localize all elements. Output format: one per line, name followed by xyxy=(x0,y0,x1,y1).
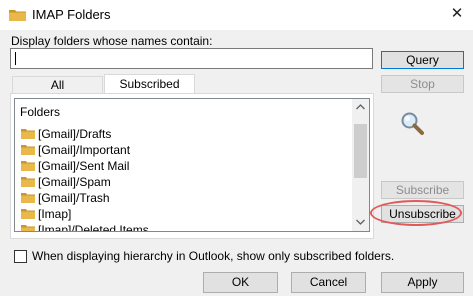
cancel-button[interactable]: Cancel xyxy=(291,272,366,293)
list-item-label: [Gmail]/Trash xyxy=(38,191,110,205)
list-item[interactable]: [Imap] xyxy=(21,206,71,222)
unsubscribe-button[interactable]: Unsubscribe xyxy=(381,205,464,223)
chevron-down-icon[interactable] xyxy=(352,214,369,231)
tab-subscribed[interactable]: Subscribed xyxy=(104,74,195,93)
vertical-scrollbar[interactable] xyxy=(352,99,369,231)
folder-icon xyxy=(21,209,35,219)
list-item-label: [Gmail]/Important xyxy=(38,143,131,157)
folder-icon xyxy=(21,193,35,203)
search-label: Display folders whose names contain: xyxy=(11,34,213,48)
list-header: Folders xyxy=(20,105,61,119)
folder-icon xyxy=(21,225,35,231)
folder-icon xyxy=(21,129,35,139)
close-icon[interactable]: ✕ xyxy=(445,3,469,25)
subscribed-only-option[interactable]: When displaying hierarchy in Outlook, sh… xyxy=(14,248,394,264)
folder-icon xyxy=(21,177,35,187)
list-item-label: [Gmail]/Spam xyxy=(38,175,111,189)
magnifier-icon xyxy=(401,112,424,135)
search-input[interactable] xyxy=(10,48,373,69)
apply-button[interactable]: Apply xyxy=(381,272,464,293)
folder-icon xyxy=(9,10,26,21)
subscribed-only-label: When displaying hierarchy in Outlook, sh… xyxy=(32,249,395,263)
ok-button[interactable]: OK xyxy=(203,272,278,293)
text-caret xyxy=(15,52,16,65)
list-item-label: [Imap] xyxy=(38,207,72,221)
folder-icon xyxy=(21,161,35,171)
scrollbar-thumb[interactable] xyxy=(354,124,367,178)
tab-all[interactable]: All xyxy=(12,76,103,93)
list-item[interactable]: [Gmail]/Spam xyxy=(21,174,111,190)
folder-list[interactable]: Folders [Gmail]/Drafts [Gmail]/Important… xyxy=(14,98,370,232)
list-item-label: [Gmail]/Sent Mail xyxy=(38,159,130,173)
list-item[interactable]: [Gmail]/Important xyxy=(21,142,130,158)
subscribe-button[interactable]: Subscribe xyxy=(381,181,464,199)
list-item-label: [Imap]/Deleted Items xyxy=(38,223,149,232)
query-button[interactable]: Query xyxy=(381,51,464,69)
window-title: IMAP Folders xyxy=(32,7,111,22)
list-item[interactable]: [Gmail]/Sent Mail xyxy=(21,158,129,174)
folder-icon xyxy=(21,145,35,155)
list-item[interactable]: [Imap]/Deleted Items xyxy=(21,222,149,232)
chevron-up-icon[interactable] xyxy=(352,99,369,116)
stop-button[interactable]: Stop xyxy=(381,75,464,93)
tab-strip: All Subscribed xyxy=(10,74,374,94)
list-item-label: [Gmail]/Drafts xyxy=(38,127,112,141)
subscribed-only-checkbox[interactable] xyxy=(14,249,27,263)
list-item[interactable]: [Gmail]/Drafts xyxy=(21,126,111,142)
list-item[interactable]: [Gmail]/Trash xyxy=(21,190,110,206)
